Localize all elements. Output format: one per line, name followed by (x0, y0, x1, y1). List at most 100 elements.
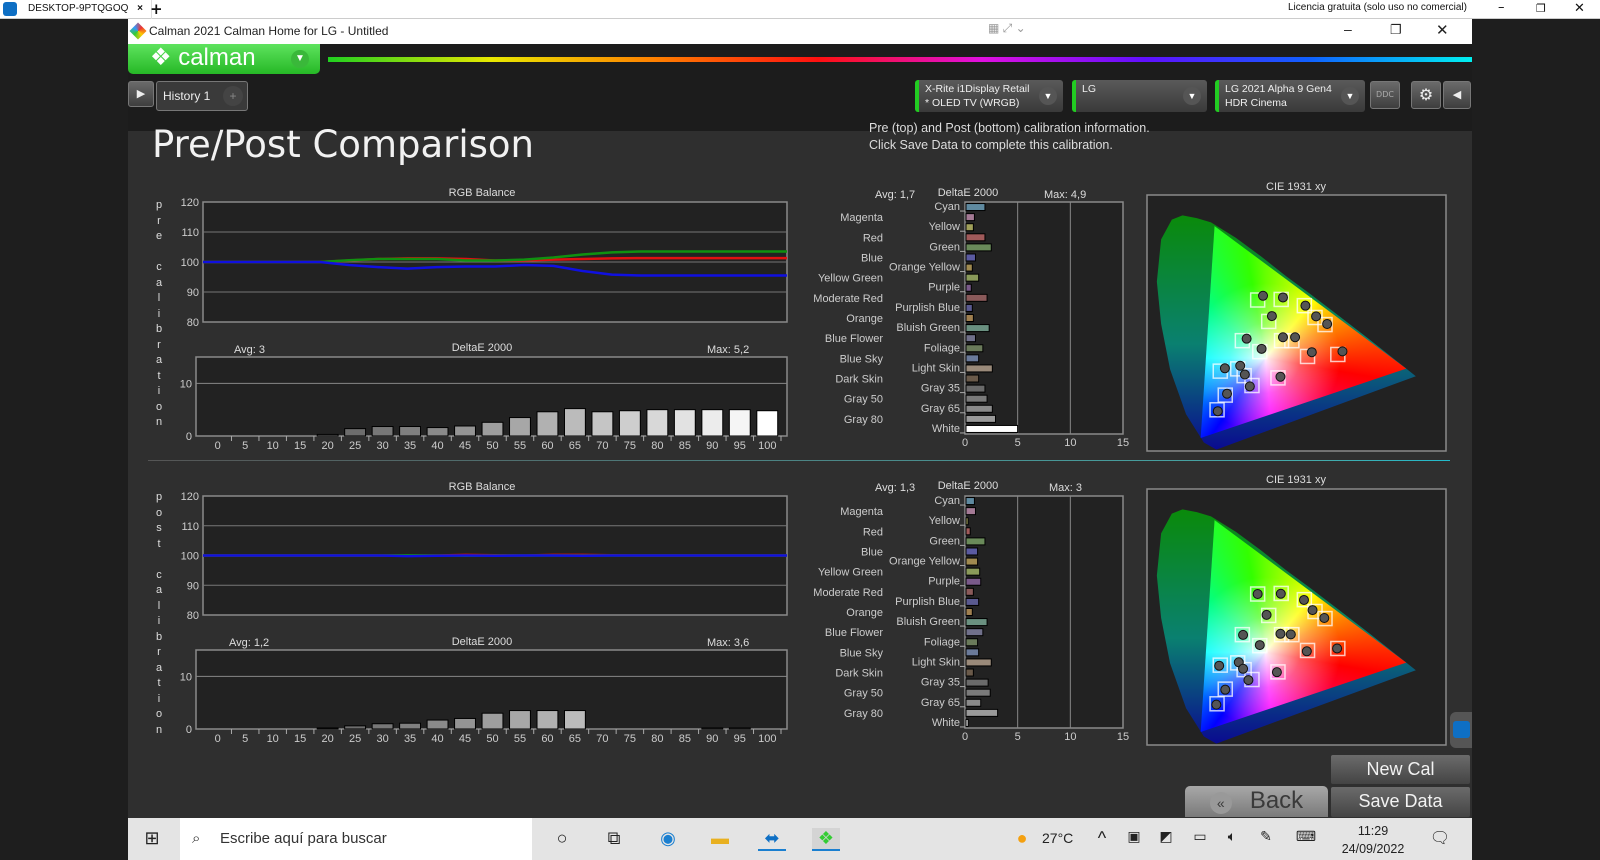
deltae-bar (965, 557, 979, 566)
deltae-bar (965, 384, 986, 393)
date: 24/09/2022 (1341, 842, 1405, 856)
x-tick-label: 35 (404, 733, 416, 745)
battery-icon[interactable]: ▭ (1186, 828, 1214, 845)
patch-label: Red (863, 232, 883, 244)
x-tick-label: 80 (651, 440, 663, 452)
patch-label: Gray 50 (844, 394, 883, 406)
measured-point (1254, 640, 1265, 651)
deltae-bar (965, 628, 984, 637)
deltae-bar (965, 293, 988, 302)
measured-point (1322, 319, 1333, 329)
deltae-bar (965, 688, 991, 697)
deltae-bar (965, 648, 980, 657)
x-tick-label: 60 (541, 733, 553, 745)
chevron-up-icon[interactable]: ^ (1088, 828, 1116, 849)
clock[interactable]: 11:29 24/09/2022 (1336, 822, 1410, 858)
back-button[interactable]: « Back (1185, 786, 1328, 817)
deltae-bar (965, 424, 1019, 433)
deltae-bar (965, 314, 974, 322)
measured-point (1243, 675, 1254, 686)
patch-label: Blue Sky (840, 353, 884, 365)
deltae-bar (965, 263, 973, 272)
meet-now-icon[interactable]: ▣ (1120, 828, 1148, 845)
x-tick-label: 65 (569, 733, 581, 745)
x-tick-label: 0 (962, 437, 968, 449)
y-tick-label: 100 (181, 551, 199, 563)
calman-taskbar-icon[interactable]: ❖ (812, 828, 840, 851)
deltae-bar (965, 577, 982, 586)
x-tick-label: 70 (596, 440, 608, 452)
patch-label: Green (929, 535, 960, 547)
measured-point (1306, 347, 1317, 358)
remote-icon[interactable]: ◩ (1152, 828, 1180, 845)
deltae-bar (965, 668, 974, 677)
windows-start-icon[interactable]: ⊞ (138, 828, 166, 849)
x-tick-label: 90 (706, 733, 718, 745)
measured-point (1275, 628, 1286, 639)
cortana-icon[interactable]: ○ (548, 828, 576, 849)
deltae-bar (426, 719, 449, 730)
x-tick-label: 10 (1064, 731, 1076, 743)
patch-label: Gray 35 (921, 383, 960, 395)
deltae-bar (591, 411, 614, 437)
patch-label: White (932, 717, 960, 729)
taskbar-search-input[interactable]: ⌕ Escribe aquí para buscar (180, 818, 532, 860)
deltae-bar (965, 547, 979, 556)
x-tick-label: 0 (215, 440, 221, 452)
x-tick-label: 30 (376, 440, 388, 452)
y-tick-label: 120 (181, 491, 199, 503)
x-tick-label: 35 (404, 440, 416, 452)
patch-label: Light Skin (912, 362, 960, 374)
volume-icon[interactable]: 🔈︎ (1218, 828, 1246, 845)
pen-icon[interactable]: ✎ (1252, 828, 1280, 845)
deltae-bar (965, 404, 993, 413)
patch-label: Gray 80 (844, 414, 883, 426)
save-data-button[interactable]: Save Data (1331, 787, 1470, 817)
deltae-bar (965, 354, 980, 363)
deltae-bar (728, 727, 751, 730)
x-tick-label: 70 (596, 733, 608, 745)
teamviewer-taskbar-icon[interactable]: ⬌ (758, 828, 786, 851)
deltae-bar (965, 243, 992, 252)
x-tick-label: 15 (1117, 731, 1129, 743)
deltae-bar (344, 428, 367, 437)
notifications-icon[interactable]: 🗨︎ (1426, 828, 1454, 848)
deltae-bar (965, 678, 989, 687)
keyboard-icon[interactable]: ⌨ (1292, 828, 1320, 845)
x-tick-label: 30 (376, 733, 388, 745)
y-tick-label: 80 (187, 317, 199, 329)
patch-label: Yellow (929, 221, 960, 233)
patch-label: Purplish Blue (895, 302, 960, 314)
measured-point (1258, 290, 1269, 301)
teamviewer-side-icon[interactable] (1450, 712, 1472, 748)
patch-label: White (932, 423, 960, 435)
x-tick-label: 40 (431, 440, 443, 452)
measured-point (1337, 346, 1348, 357)
task-view-icon[interactable]: ⧉ (600, 828, 628, 849)
new-cal-button[interactable]: New Cal (1331, 755, 1470, 784)
deltae-bar (509, 417, 531, 437)
edge-icon[interactable]: ◉ (654, 828, 682, 849)
patch-label: Orange (846, 313, 883, 325)
patch-label: Gray 65 (921, 403, 960, 415)
file-explorer-icon[interactable]: ▬ (706, 828, 734, 849)
measured-point (1219, 363, 1230, 374)
deltae-bar (371, 426, 394, 437)
x-tick-label: 40 (431, 733, 443, 745)
x-tick-label: 75 (624, 440, 636, 452)
x-tick-label: 0 (215, 733, 221, 745)
deltae-bar (756, 410, 779, 437)
x-tick-label: 20 (322, 733, 334, 745)
deltae-bar (344, 725, 367, 730)
x-tick-label: 15 (294, 440, 306, 452)
x-tick-label: 5 (1015, 437, 1021, 449)
x-tick-label: 100 (758, 440, 776, 452)
measured-point (1220, 684, 1231, 695)
measured-point (1277, 292, 1288, 303)
patch-label: Gray 65 (921, 697, 960, 709)
deltae-bar (316, 433, 339, 437)
patch-label: Orange Yellow (889, 262, 960, 274)
measured-point (1332, 643, 1343, 654)
patch-label: Orange (846, 607, 883, 619)
patch-label: Moderate Red (813, 587, 883, 599)
